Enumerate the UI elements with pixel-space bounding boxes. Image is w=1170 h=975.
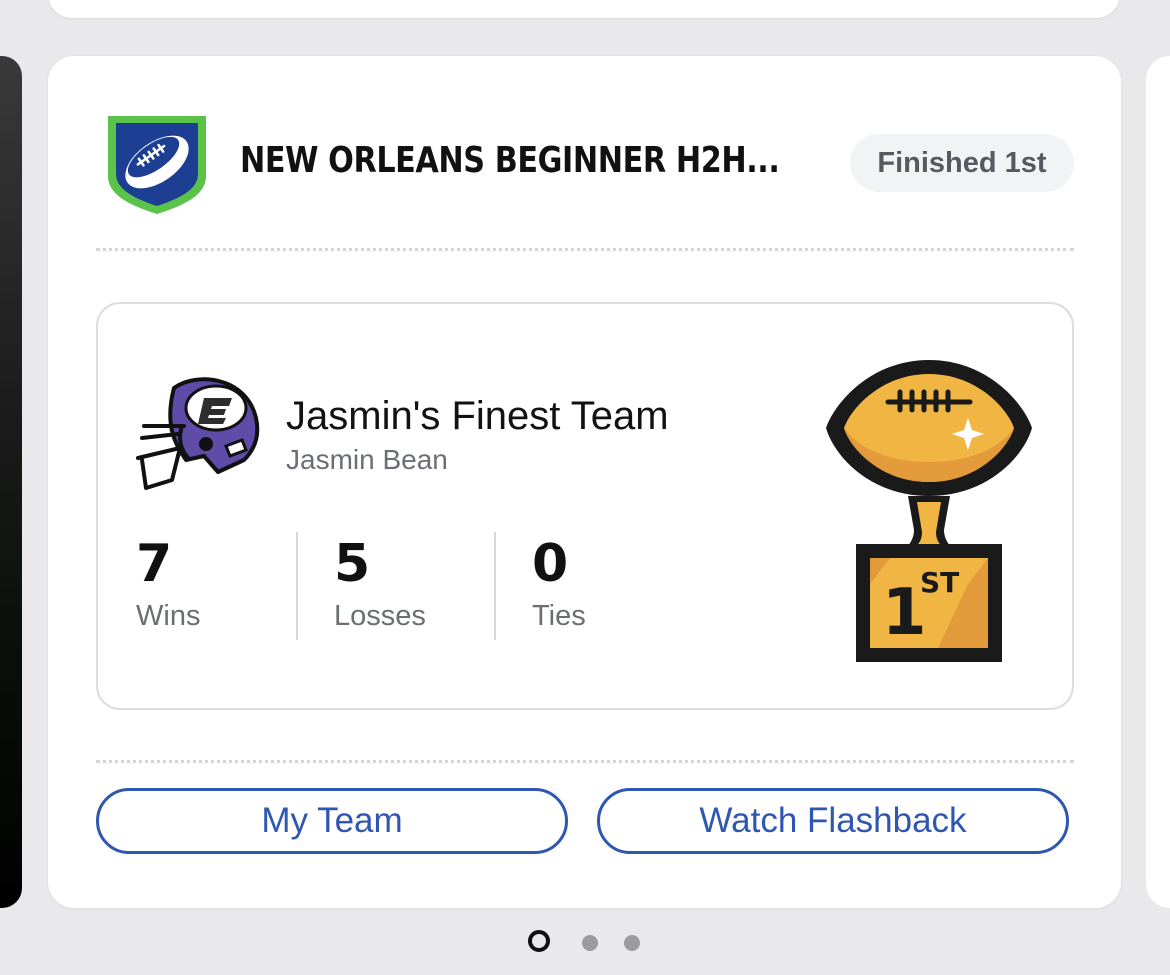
league-title: NEW ORLEANS BEGINNER H2H... xyxy=(240,140,780,181)
divider xyxy=(96,248,1074,251)
wins-value: 7 xyxy=(136,534,173,594)
carousel-pagination xyxy=(0,928,1170,960)
team-name: Jasmin's Finest Team xyxy=(286,394,669,438)
ties-value: 0 xyxy=(532,534,569,594)
stat-divider xyxy=(494,532,496,640)
next-carousel-card[interactable] xyxy=(1146,56,1170,908)
watch-flashback-button[interactable]: Watch Flashback xyxy=(597,788,1069,854)
divider xyxy=(96,760,1074,763)
page-dot[interactable] xyxy=(582,935,598,951)
page-dot[interactable] xyxy=(624,935,640,951)
stat-divider xyxy=(296,532,298,640)
owner-name: Jasmin Bean xyxy=(286,444,448,475)
football-trophy-icon: 1 ST xyxy=(826,360,1032,662)
previous-card[interactable] xyxy=(48,0,1120,18)
league-card: NEW ORLEANS BEGINNER H2H... Finished 1st… xyxy=(48,56,1121,908)
team-summary[interactable]: Jasmin's Finest Team Jasmin Bean 7 Wins … xyxy=(96,302,1074,710)
page-dot-active[interactable] xyxy=(528,930,550,952)
ties-label: Ties xyxy=(532,600,586,632)
trophy-place-suffix: ST xyxy=(920,566,959,599)
wins-stat: 7 Wins xyxy=(136,532,200,633)
status-badge: Finished 1st xyxy=(850,134,1074,192)
losses-stat: 5 Losses xyxy=(334,532,426,633)
football-shield-icon xyxy=(108,116,206,214)
previous-carousel-card[interactable] xyxy=(0,56,22,908)
losses-label: Losses xyxy=(334,600,426,632)
my-team-button[interactable]: My Team xyxy=(96,788,568,854)
ties-stat: 0 Ties xyxy=(532,532,586,633)
wins-label: Wins xyxy=(136,600,201,632)
losses-value: 5 xyxy=(334,534,371,594)
espn-helmet-icon xyxy=(136,377,260,490)
